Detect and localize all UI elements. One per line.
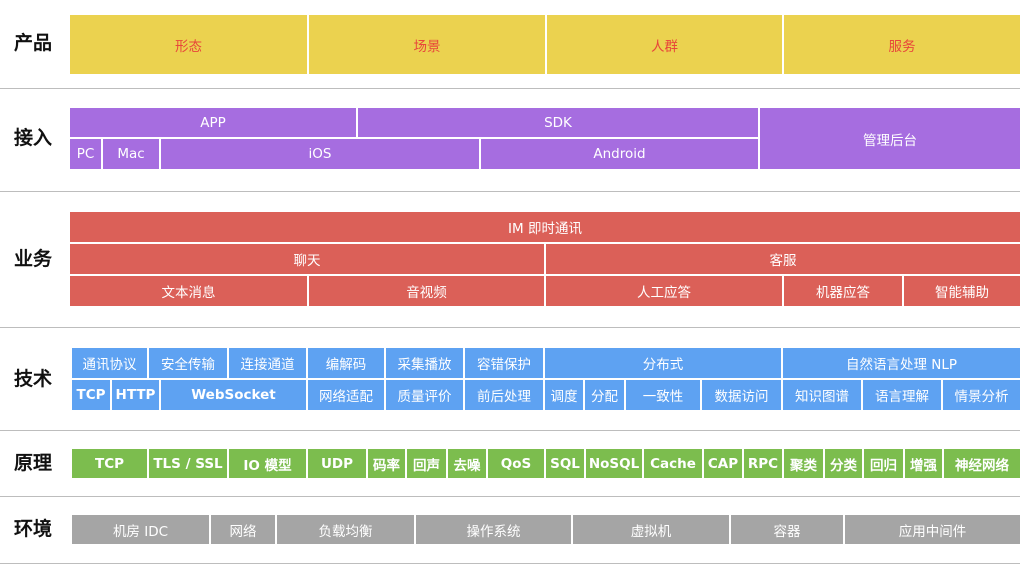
principle-rpc: RPC (744, 449, 782, 478)
principle-sql: SQL (546, 449, 584, 478)
env-idc: 机房 IDC (72, 515, 209, 544)
tech-quality-eval: 质量评价 (386, 380, 463, 410)
access-android: Android (481, 139, 758, 169)
principle-neural-network: 神经网络 (944, 449, 1020, 478)
principle-io-model: IO 模型 (229, 449, 306, 478)
env-container: 容器 (731, 515, 843, 544)
principle-nosql: NoSQL (586, 449, 642, 478)
business-audio-video: 音视频 (309, 276, 544, 306)
tech-knowledge-graph: 知识图谱 (783, 380, 861, 410)
principle-denoise: 去噪 (448, 449, 486, 478)
principle-regression: 回归 (864, 449, 903, 478)
principle-clustering: 聚类 (784, 449, 823, 478)
row-separator (0, 191, 1020, 192)
row-label-business: 业务 (14, 248, 53, 270)
tech-allocate: 分配 (585, 380, 624, 410)
principle-classification: 分类 (825, 449, 862, 478)
tech-pre-post-process: 前后处理 (465, 380, 543, 410)
row-label-access: 接入 (14, 127, 53, 149)
env-network: 网络 (211, 515, 275, 544)
product-service: 服务 (784, 15, 1020, 74)
row-separator (0, 88, 1020, 89)
business-text-message: 文本消息 (70, 276, 307, 306)
env-os: 操作系统 (416, 515, 571, 544)
principle-qos: QoS (488, 449, 544, 478)
tech-connection-channel: 连接通道 (229, 348, 306, 378)
tech-secure-transport: 安全传输 (149, 348, 227, 378)
tech-data-access: 数据访问 (702, 380, 781, 410)
tech-capture-playback: 采集播放 (386, 348, 463, 378)
row-label-env: 环境 (14, 518, 53, 540)
row-separator (0, 496, 1020, 497)
tech-sentiment-analysis: 情景分析 (943, 380, 1020, 410)
access-sdk: SDK (358, 108, 758, 137)
tech-consistency: 一致性 (626, 380, 700, 410)
principle-tls-ssl: TLS / SSL (149, 449, 227, 478)
row-separator (0, 430, 1020, 431)
principle-udp: UDP (308, 449, 366, 478)
principle-echo: 回声 (407, 449, 446, 478)
business-bot-reply: 机器应答 (784, 276, 902, 306)
tech-network-adapt: 网络适配 (308, 380, 384, 410)
product-form: 形态 (70, 15, 307, 74)
principle-cap: CAP (704, 449, 742, 478)
tech-schedule: 调度 (545, 380, 583, 410)
access-mac: Mac (103, 139, 159, 169)
row-separator (0, 327, 1020, 328)
tech-nlp: 自然语言处理 NLP (783, 348, 1020, 378)
tech-tcp: TCP (72, 380, 110, 410)
tech-protocol: 通讯协议 (72, 348, 147, 378)
principle-bitrate: 码率 (368, 449, 405, 478)
business-service: 客服 (546, 244, 1020, 274)
business-chat: 聊天 (70, 244, 544, 274)
principle-tcp: TCP (72, 449, 147, 478)
business-smart-assist: 智能辅助 (904, 276, 1020, 306)
tech-websocket: WebSocket (161, 380, 306, 410)
business-im: IM 即时通讯 (70, 212, 1020, 242)
row-label-principle: 原理 (14, 452, 53, 474)
row-label-tech: 技术 (14, 368, 53, 390)
env-middleware: 应用中间件 (845, 515, 1020, 544)
tech-http: HTTP (112, 380, 159, 410)
env-vm: 虚拟机 (573, 515, 729, 544)
access-pc: PC (70, 139, 101, 169)
row-label-product: 产品 (14, 32, 53, 54)
tech-distributed: 分布式 (545, 348, 781, 378)
tech-fault-tolerance: 容错保护 (465, 348, 543, 378)
principle-reinforcement: 增强 (905, 449, 942, 478)
tech-codec: 编解码 (308, 348, 384, 378)
access-app: APP (70, 108, 356, 137)
access-ios: iOS (161, 139, 479, 169)
tech-language-understanding: 语言理解 (863, 380, 941, 410)
env-load-balance: 负载均衡 (277, 515, 414, 544)
access-admin: 管理后台 (760, 108, 1020, 169)
product-scene: 场景 (309, 15, 545, 74)
row-separator (0, 563, 1020, 564)
product-audience: 人群 (547, 15, 782, 74)
principle-cache: Cache (644, 449, 702, 478)
business-human-reply: 人工应答 (546, 276, 782, 306)
